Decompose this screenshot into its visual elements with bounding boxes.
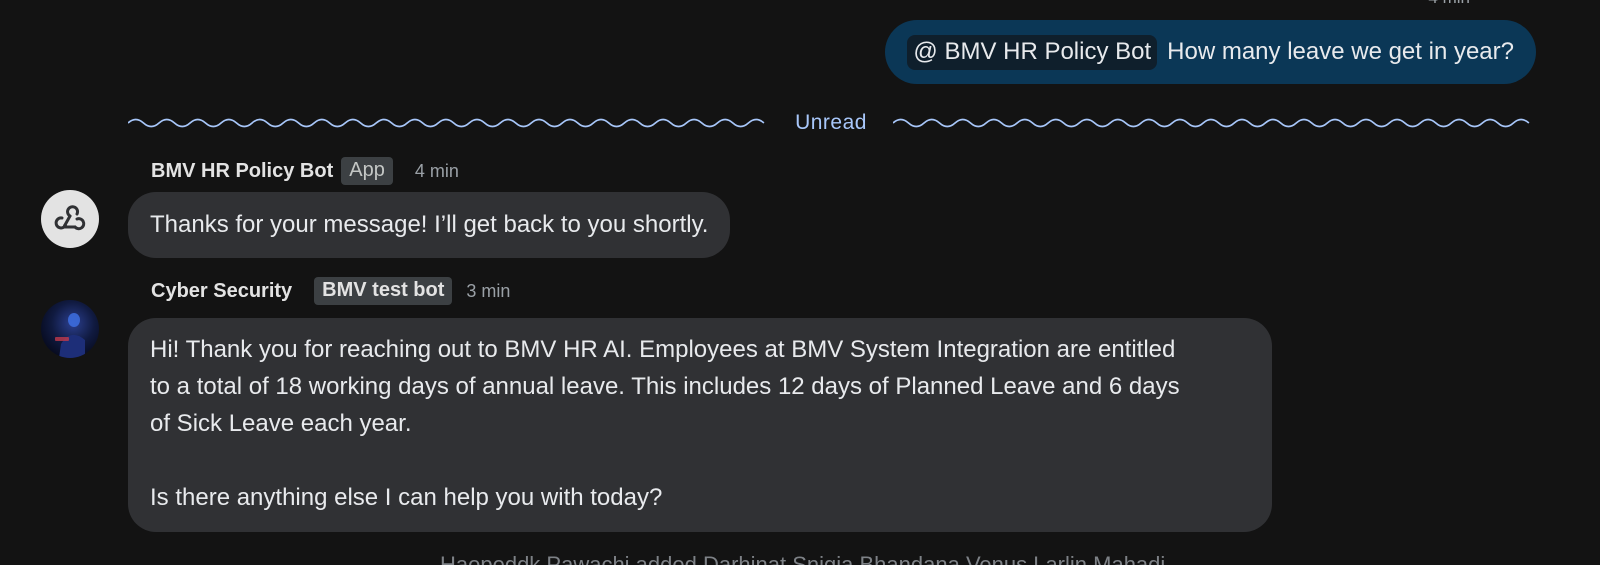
unread-wave-left	[128, 118, 765, 128]
user-avatar[interactable]	[41, 300, 99, 358]
message-line: Is there anything else I can help you wi…	[150, 484, 663, 511]
bot-avatar[interactable]	[41, 190, 99, 248]
unread-wave-right	[892, 118, 1530, 128]
outgoing-message-bubble[interactable]: @ BMV HR Policy Bot How many leave we ge…	[885, 20, 1536, 84]
message-line: Hi! Thank you for reaching out to BMV HR…	[150, 336, 1176, 363]
sender-name[interactable]: Cyber Security	[151, 280, 292, 303]
mention-chip[interactable]: @ BMV HR Policy Bot	[907, 34, 1158, 70]
cyber-message-bubble[interactable]: Hi! Thank you for reaching out to BMV HR…	[128, 318, 1272, 532]
bot-message-text: Thanks for your message! I’ll get back t…	[150, 211, 709, 238]
message-line: to a total of 18 working days of annual …	[150, 373, 1180, 400]
app-badge: App	[341, 157, 393, 185]
outgoing-message-text: How many leave we get in year?	[1167, 38, 1514, 65]
sender-name[interactable]: BMV HR Policy Bot	[151, 160, 333, 183]
bot-message-bubble[interactable]: Thanks for your message! I’ll get back t…	[128, 192, 731, 258]
avatar-image	[55, 313, 85, 358]
message-timestamp: 4 min	[414, 160, 459, 181]
system-event-text: Haopeddk Pawachi added Darhinat Snigia B…	[440, 552, 1184, 565]
message-header-cyber: Cyber Security BMV test bot 3 min	[151, 276, 510, 306]
chat-window: 4 min @ BMV HR Policy Bot How many leave…	[0, 0, 1600, 565]
unread-label: Unread	[795, 111, 867, 134]
unread-divider: Unread	[128, 108, 1534, 138]
outgoing-timestamp: 4 min	[1428, 0, 1470, 8]
bot-badge: BMV test bot	[314, 277, 453, 305]
message-header-bot: BMV HR Policy Bot App 4 min	[151, 156, 459, 186]
message-line: of Sick Leave each year.	[150, 410, 412, 437]
webhook-icon	[54, 205, 86, 231]
message-timestamp: 3 min	[466, 280, 511, 301]
